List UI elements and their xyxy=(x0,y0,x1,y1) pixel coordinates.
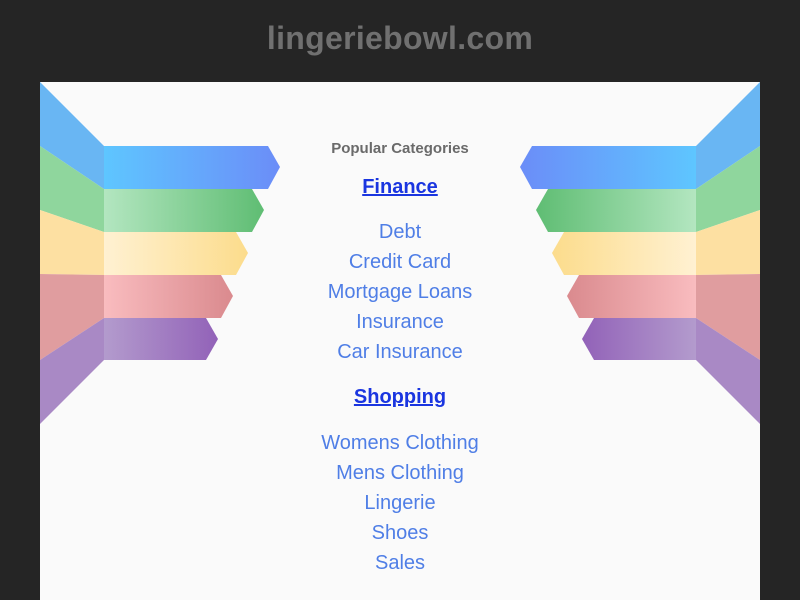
link-credit-card[interactable]: Credit Card xyxy=(240,247,560,277)
content-panel: Popular Categories Finance Debt Credit C… xyxy=(40,82,760,600)
link-sales[interactable]: Sales xyxy=(240,548,560,578)
link-lingerie[interactable]: Lingerie xyxy=(240,488,560,518)
category-links-finance: Debt Credit Card Mortgage Loans Insuranc… xyxy=(240,217,560,367)
category-links-shopping: Womens Clothing Mens Clothing Lingerie S… xyxy=(240,428,560,578)
link-insurance[interactable]: Insurance xyxy=(240,307,560,337)
category-heading-shopping[interactable]: Shopping xyxy=(240,384,560,410)
link-womens-clothing[interactable]: Womens Clothing xyxy=(240,428,560,458)
link-car-insurance[interactable]: Car Insurance xyxy=(240,337,560,367)
link-shoes[interactable]: Shoes xyxy=(240,518,560,548)
site-header: lingeriebowl.com xyxy=(0,0,800,82)
link-debt[interactable]: Debt xyxy=(240,217,560,247)
popular-categories-label: Popular Categories xyxy=(331,140,469,157)
category-heading-finance[interactable]: Finance xyxy=(240,174,560,200)
link-mortgage-loans[interactable]: Mortgage Loans xyxy=(240,277,560,307)
link-mens-clothing[interactable]: Mens Clothing xyxy=(240,458,560,488)
site-title: lingeriebowl.com xyxy=(266,20,534,56)
